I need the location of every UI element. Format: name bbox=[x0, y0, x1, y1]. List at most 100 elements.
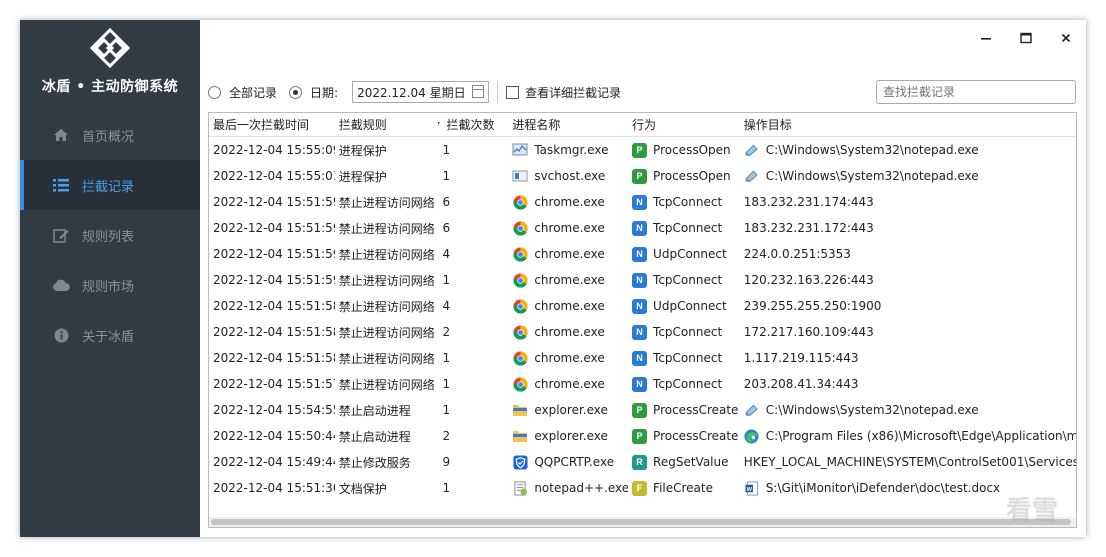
cell-target: 183.232.231.174:443 bbox=[740, 195, 1076, 209]
table-row[interactable]: 2022-12-04 15:55:09 进程保护 1 Taskmgr.exe P Proc… bbox=[209, 137, 1076, 163]
info-icon bbox=[52, 327, 70, 343]
cell-target: 1.117.219.115:443 bbox=[740, 351, 1076, 365]
cell-rule: 禁止启动进程 bbox=[338, 403, 411, 418]
cell-count: 1 bbox=[442, 273, 451, 287]
home-icon bbox=[52, 127, 70, 143]
folder-icon bbox=[512, 402, 528, 418]
process-name: chrome.exe bbox=[534, 351, 605, 365]
cell-process: svchost.exe bbox=[508, 168, 628, 184]
cell-count: 2 bbox=[442, 429, 451, 443]
table-row[interactable]: 2022-12-04 15:51:59 禁止进程访问网络 6 chrome.exe N T… bbox=[209, 215, 1076, 241]
calendar-icon[interactable] bbox=[472, 85, 485, 98]
cell-action: P ProcessCreate bbox=[628, 428, 740, 444]
column-header-count[interactable]: 拦截次数 bbox=[438, 116, 508, 133]
cell-count: 9 bbox=[442, 455, 451, 469]
folder-icon bbox=[512, 428, 528, 444]
action-name: ProcessOpen bbox=[653, 143, 731, 157]
maximize-button[interactable] bbox=[1014, 26, 1038, 50]
target-text: 203.208.41.34:443 bbox=[743, 377, 859, 391]
sort-desc-icon bbox=[438, 121, 441, 128]
cell-rule: 禁止启动进程 bbox=[338, 429, 411, 444]
process-name: chrome.exe bbox=[534, 195, 605, 209]
column-header-time[interactable]: 最后一次拦截时间 bbox=[209, 116, 335, 133]
logo-icon bbox=[89, 28, 131, 68]
column-header-label: 拦截次数 bbox=[446, 118, 495, 132]
cell-process: chrome.exe bbox=[508, 324, 628, 340]
cell-rule: 禁止进程访问网络 bbox=[338, 377, 435, 392]
cell-process: Taskmgr.exe bbox=[508, 142, 628, 158]
column-header-rule[interactable]: 拦截规则 bbox=[335, 116, 439, 133]
cell-count: 4 bbox=[442, 299, 451, 313]
date-label: 日期: bbox=[310, 85, 339, 100]
cell-time: 2022-12-04 15:55:01 bbox=[213, 169, 335, 183]
table-row[interactable]: 2022-12-04 15:51:59 禁止进程访问网络 4 chrome.exe N U… bbox=[209, 241, 1076, 267]
horizontal-scrollbar[interactable] bbox=[209, 517, 1076, 527]
sidebar-item-home[interactable]: 首页概况 bbox=[20, 110, 200, 160]
process-name: svchost.exe bbox=[534, 169, 606, 183]
action-name: TcpConnect bbox=[653, 377, 723, 391]
cell-time: 2022-12-04 15:55:09 bbox=[213, 143, 335, 157]
cell-target: 172.217.160.109:443 bbox=[740, 325, 1076, 339]
target-text: C:\Program Files (x86)\Microsoft\Edge\Ap… bbox=[765, 429, 1077, 443]
date-radio[interactable] bbox=[289, 85, 303, 99]
sidebar-item-rules[interactable]: 规则列表 bbox=[20, 210, 200, 260]
chrome-icon bbox=[512, 246, 528, 262]
cell-rule: 禁止进程访问网络 bbox=[338, 247, 435, 262]
process-name: chrome.exe bbox=[534, 221, 605, 235]
table-row[interactable]: 2022-12-04 15:51:58 禁止进程访问网络 2 chrome.exe N T… bbox=[209, 319, 1076, 345]
sidebar-item-label: 关于冰盾 bbox=[82, 329, 135, 345]
sidebar-item-records[interactable]: 拦截记录 bbox=[20, 160, 200, 210]
all-records-radio[interactable] bbox=[208, 85, 221, 99]
sidebar-item-market[interactable]: 规则市场 bbox=[20, 260, 200, 310]
date-picker[interactable]: 2022.12.04 星期日 bbox=[352, 81, 490, 103]
action-type-badge: P bbox=[632, 168, 648, 184]
action-name: TcpConnect bbox=[653, 325, 723, 339]
table-row[interactable]: 2022-12-04 15:49:44 禁止修改服务 9 QQPCRTP.exe R Re… bbox=[209, 449, 1076, 475]
search-input[interactable] bbox=[876, 80, 1076, 104]
cell-action: R RegSetValue bbox=[628, 454, 740, 470]
table-row[interactable]: 2022-12-04 15:51:58 禁止进程访问网络 4 chrome.exe N U… bbox=[209, 293, 1076, 319]
table-row[interactable]: 2022-12-04 15:51:57 禁止进程访问网络 1 chrome.exe N T… bbox=[209, 371, 1076, 397]
cell-action: P ProcessCreate bbox=[628, 402, 740, 418]
cell-rule: 禁止进程访问网络 bbox=[338, 273, 435, 288]
edit-icon bbox=[52, 227, 70, 243]
cell-time: 2022-12-04 15:51:58 bbox=[213, 351, 335, 365]
table-row[interactable]: 2022-12-04 15:55:01 进程保护 1 svchost.exe P Proc… bbox=[209, 163, 1076, 189]
action-name: TcpConnect bbox=[653, 221, 723, 235]
cell-target: HKEY_LOCAL_MACHINE\SYSTEM\ControlSet001\… bbox=[740, 455, 1076, 469]
sidebar-item-about[interactable]: 关于冰盾 bbox=[20, 310, 200, 360]
minimize-button[interactable] bbox=[974, 26, 998, 50]
cell-count: 1 bbox=[442, 169, 451, 183]
scrollbar-thumb[interactable] bbox=[211, 519, 1071, 525]
close-icon bbox=[1061, 33, 1071, 43]
table-row[interactable]: 2022-12-04 15:50:44 禁止启动进程 2 explorer.exe P P… bbox=[209, 423, 1076, 449]
cell-action: N TcpConnect bbox=[628, 324, 740, 340]
cell-target: 224.0.0.251:5353 bbox=[740, 247, 1076, 261]
column-header-target[interactable]: 操作目标 bbox=[740, 116, 1076, 133]
column-header-process[interactable]: 进程名称 bbox=[508, 116, 628, 133]
chrome-icon bbox=[512, 324, 528, 340]
detail-records-label: 查看详细拦截记录 bbox=[525, 85, 622, 100]
cell-process: QQPCRTP.exe bbox=[508, 454, 628, 470]
target-text: S:\Git\iMonitor\iDefender\doc\test.docx bbox=[765, 481, 1001, 495]
process-name: chrome.exe bbox=[534, 299, 605, 313]
cell-time: 2022-12-04 15:51:59 bbox=[213, 221, 335, 235]
table-row[interactable]: 2022-12-04 15:51:30 文档保护 1 notepad++.exe F Fi… bbox=[209, 475, 1076, 501]
sidebar-item-label: 规则列表 bbox=[82, 229, 135, 245]
chrome-icon bbox=[512, 194, 528, 210]
close-button[interactable] bbox=[1054, 26, 1078, 50]
cell-time: 2022-12-04 15:54:55 bbox=[213, 403, 335, 417]
table-row[interactable]: 2022-12-04 15:54:55 禁止启动进程 1 explorer.exe P P… bbox=[209, 397, 1076, 423]
cell-process: chrome.exe bbox=[508, 194, 628, 210]
sidebar-item-label: 规则市场 bbox=[82, 279, 135, 295]
table-row[interactable]: 2022-12-04 15:51:58 禁止进程访问网络 1 chrome.exe N T… bbox=[209, 345, 1076, 371]
detail-records-checkbox[interactable] bbox=[506, 85, 520, 99]
table-row[interactable]: 2022-12-04 15:51:59 禁止进程访问网络 6 chrome.exe N T… bbox=[209, 189, 1076, 215]
column-header-action[interactable]: 行为 bbox=[628, 116, 740, 133]
watermark: 看雪 bbox=[1005, 496, 1058, 526]
cell-rule: 禁止进程访问网络 bbox=[338, 325, 435, 340]
cell-target: C:\Windows\System32\notepad.exe bbox=[740, 402, 1076, 418]
table-row[interactable]: 2022-12-04 15:51:59 禁止进程访问网络 1 chrome.exe N T… bbox=[209, 267, 1076, 293]
list-icon bbox=[52, 177, 70, 193]
process-name: chrome.exe bbox=[534, 377, 605, 391]
